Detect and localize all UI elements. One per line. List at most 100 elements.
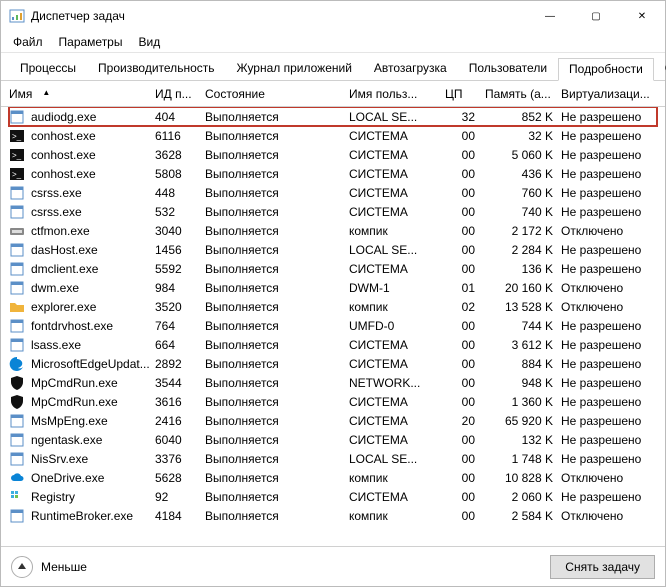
close-button[interactable]: ✕ bbox=[619, 1, 665, 31]
cell-name: audiodg.exe bbox=[9, 109, 155, 125]
app-icon bbox=[9, 8, 25, 24]
cell-state: Выполняется bbox=[205, 186, 349, 200]
table-row[interactable]: MicrosoftEdgeUpdat...2892ВыполняетсяСИСТ… bbox=[9, 354, 657, 373]
menu-item[interactable]: Файл bbox=[5, 33, 51, 51]
rows-container[interactable]: audiodg.exe404ВыполняетсяLOCAL SE...3285… bbox=[1, 107, 665, 546]
maximize-button[interactable]: ▢ bbox=[573, 1, 619, 31]
table-row[interactable]: ngentask.exe6040ВыполняетсяСИСТЕМА00132 … bbox=[9, 430, 657, 449]
table-row[interactable]: OneDrive.exe5628Выполняетсякомпик0010 82… bbox=[9, 468, 657, 487]
cell-mem: 2 172 K bbox=[485, 224, 561, 238]
cell-pid: 1456 bbox=[155, 243, 205, 257]
table-row[interactable]: csrss.exe448ВыполняетсяСИСТЕМА00760 KНе … bbox=[9, 183, 657, 202]
cell-user: СИСТЕМА bbox=[349, 262, 445, 276]
cell-pid: 5808 bbox=[155, 167, 205, 181]
menu-item[interactable]: Параметры bbox=[51, 33, 131, 51]
tab[interactable]: Процессы bbox=[9, 57, 87, 80]
cell-cpu: 00 bbox=[445, 186, 485, 200]
process-name: dasHost.exe bbox=[31, 243, 98, 257]
column-header-mem[interactable]: Память (а... bbox=[485, 87, 561, 101]
cell-virt: Не разрешено bbox=[561, 357, 657, 371]
svg-text:>_: >_ bbox=[12, 132, 22, 141]
tab[interactable]: Журнал приложений bbox=[226, 57, 363, 80]
process-name: csrss.exe bbox=[31, 205, 82, 219]
table-row[interactable]: ctfmon.exe3040Выполняетсякомпик002 172 K… bbox=[9, 221, 657, 240]
table-row[interactable]: dasHost.exe1456ВыполняетсяLOCAL SE...002… bbox=[9, 240, 657, 259]
table-row[interactable]: >_conhost.exe6116ВыполняетсяСИСТЕМА0032 … bbox=[9, 126, 657, 145]
cell-pid: 2892 bbox=[155, 357, 205, 371]
cell-pid: 3520 bbox=[155, 300, 205, 314]
folder-icon bbox=[9, 299, 25, 315]
process-name: dmclient.exe bbox=[31, 262, 98, 276]
cell-state: Выполняется bbox=[205, 471, 349, 485]
process-name: MpCmdRun.exe bbox=[31, 376, 118, 390]
column-header-pid[interactable]: ИД п... bbox=[155, 87, 205, 101]
tab[interactable]: Производительность bbox=[87, 57, 225, 80]
cell-cpu: 01 bbox=[445, 281, 485, 295]
cell-state: Выполняется bbox=[205, 433, 349, 447]
minimize-button[interactable]: — bbox=[527, 1, 573, 31]
cell-mem: 436 K bbox=[485, 167, 561, 181]
cell-name: ngentask.exe bbox=[9, 432, 155, 448]
tab[interactable]: Пользователи bbox=[458, 57, 558, 80]
app-icon bbox=[9, 261, 25, 277]
tab[interactable]: Подробности bbox=[558, 58, 654, 81]
column-header-virt[interactable]: Виртуализаци... bbox=[561, 87, 657, 101]
collapse-button[interactable] bbox=[11, 556, 33, 578]
cell-mem: 1 748 K bbox=[485, 452, 561, 466]
table-row[interactable]: >_conhost.exe3628ВыполняетсяСИСТЕМА005 0… bbox=[9, 145, 657, 164]
process-name: explorer.exe bbox=[31, 300, 96, 314]
tabbar: ПроцессыПроизводительностьЖурнал приложе… bbox=[1, 53, 665, 81]
column-header-user[interactable]: Имя польз... bbox=[349, 87, 445, 101]
column-header-name[interactable]: Имя▲ bbox=[9, 87, 155, 101]
cell-pid: 6040 bbox=[155, 433, 205, 447]
app-icon bbox=[9, 185, 25, 201]
table-row[interactable]: >_conhost.exe5808ВыполняетсяСИСТЕМА00436… bbox=[9, 164, 657, 183]
cell-virt: Не разрешено bbox=[561, 186, 657, 200]
less-details-label[interactable]: Меньше bbox=[41, 560, 87, 574]
column-header-state[interactable]: Состояние bbox=[205, 87, 349, 101]
cell-cpu: 00 bbox=[445, 224, 485, 238]
table-row[interactable]: RuntimeBroker.exe4184Выполняетсякомпик00… bbox=[9, 506, 657, 525]
table-row[interactable]: MpCmdRun.exe3616ВыполняетсяСИСТЕМА001 36… bbox=[9, 392, 657, 411]
table-row[interactable]: MpCmdRun.exe3544ВыполняетсяNETWORK...009… bbox=[9, 373, 657, 392]
process-name: dwm.exe bbox=[31, 281, 79, 295]
table-row[interactable]: Registry92ВыполняетсяСИСТЕМА002 060 KНе … bbox=[9, 487, 657, 506]
cell-cpu: 00 bbox=[445, 319, 485, 333]
process-name: Registry bbox=[31, 490, 75, 504]
table-row[interactable]: lsass.exe664ВыполняетсяСИСТЕМА003 612 KН… bbox=[9, 335, 657, 354]
end-task-button[interactable]: Снять задачу bbox=[550, 555, 655, 579]
table-row[interactable]: dmclient.exe5592ВыполняетсяСИСТЕМА00136 … bbox=[9, 259, 657, 278]
cell-state: Выполняется bbox=[205, 224, 349, 238]
edge-icon bbox=[9, 356, 25, 372]
menu-item[interactable]: Вид bbox=[130, 33, 168, 51]
table-row[interactable]: csrss.exe532ВыполняетсяСИСТЕМА00740 KНе … bbox=[9, 202, 657, 221]
cell-name: dwm.exe bbox=[9, 280, 155, 296]
tab[interactable]: Автозагрузка bbox=[363, 57, 458, 80]
details-grid: Имя▲ ИД п... Состояние Имя польз... ЦП П… bbox=[1, 81, 665, 546]
table-row[interactable]: MsMpEng.exe2416ВыполняетсяСИСТЕМА2065 92… bbox=[9, 411, 657, 430]
table-row[interactable]: NisSrv.exe3376ВыполняетсяLOCAL SE...001 … bbox=[9, 449, 657, 468]
table-row[interactable]: dwm.exe984ВыполняетсяDWM-10120 160 KОткл… bbox=[9, 278, 657, 297]
task-manager-window: Диспетчер задач — ▢ ✕ ФайлПараметрыВид П… bbox=[0, 0, 666, 587]
cell-state: Выполняется bbox=[205, 509, 349, 523]
cell-state: Выполняется bbox=[205, 129, 349, 143]
process-name: MicrosoftEdgeUpdat... bbox=[31, 357, 150, 371]
cell-state: Выполняется bbox=[205, 110, 349, 124]
cell-user: компик bbox=[349, 300, 445, 314]
table-row[interactable]: fontdrvhost.exe764ВыполняетсяUMFD-000744… bbox=[9, 316, 657, 335]
cell-user: СИСТЕМА bbox=[349, 167, 445, 181]
table-row[interactable]: explorer.exe3520Выполняетсякомпик0213 52… bbox=[9, 297, 657, 316]
table-row[interactable]: audiodg.exe404ВыполняетсяLOCAL SE...3285… bbox=[9, 107, 657, 126]
cell-user: СИСТЕМА bbox=[349, 414, 445, 428]
cell-cpu: 00 bbox=[445, 509, 485, 523]
cell-name: >_conhost.exe bbox=[9, 128, 155, 144]
process-name: audiodg.exe bbox=[31, 110, 96, 124]
cell-mem: 948 K bbox=[485, 376, 561, 390]
column-header-cpu[interactable]: ЦП bbox=[445, 87, 485, 101]
tab[interactable]: Службы bbox=[654, 57, 666, 80]
cell-virt: Не разрешено bbox=[561, 148, 657, 162]
cell-user: компик bbox=[349, 509, 445, 523]
cell-cpu: 00 bbox=[445, 357, 485, 371]
cell-pid: 5592 bbox=[155, 262, 205, 276]
process-name: RuntimeBroker.exe bbox=[31, 509, 133, 523]
